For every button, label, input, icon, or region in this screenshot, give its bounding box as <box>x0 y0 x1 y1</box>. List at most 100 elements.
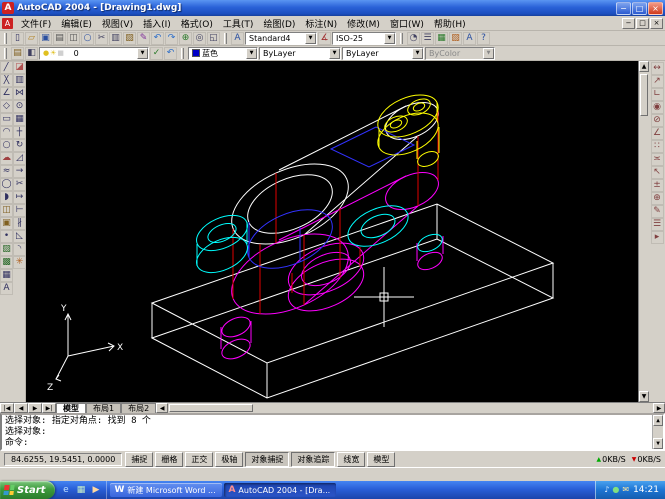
designcenter-icon[interactable]: ▦ <box>435 31 448 45</box>
paste-icon[interactable]: ▨ <box>123 31 136 45</box>
vertical-scrollbar[interactable]: ▲ ▼ <box>638 61 649 402</box>
osnap-toggle[interactable]: 对象捕捉 <box>245 451 290 467</box>
menu-insert[interactable]: 插入(I) <box>138 16 176 31</box>
scroll-down-icon[interactable]: ▼ <box>639 391 649 402</box>
layer-color-icon[interactable]: ■ <box>65 49 72 57</box>
polar-toggle[interactable]: 极轴 <box>215 451 244 467</box>
layer-properties-icon[interactable]: ▤ <box>11 46 24 60</box>
new-icon[interactable]: ▯ <box>11 31 24 45</box>
point-icon[interactable]: • <box>0 230 13 243</box>
construction-line-icon[interactable]: ╳ <box>0 74 13 87</box>
maximize-button[interactable]: □ <box>632 1 647 15</box>
dim-style-icon[interactable]: ▸ <box>650 231 664 244</box>
dim-leader-icon[interactable]: ↖ <box>650 166 664 179</box>
mdi-minimize-button[interactable]: − <box>622 17 635 29</box>
ellipse-icon[interactable]: ◯ <box>0 178 13 191</box>
gradient-icon[interactable]: ▩ <box>0 256 13 269</box>
vertical-scroll-thumb[interactable] <box>640 74 648 116</box>
erase-icon[interactable]: ◪ <box>13 61 26 74</box>
menu-file[interactable]: 文件(F) <box>16 16 56 31</box>
ortho-toggle[interactable]: 正交 <box>185 451 214 467</box>
chevron-down-icon[interactable]: ▼ <box>246 47 257 59</box>
text-icon[interactable]: A <box>463 31 476 45</box>
tab-nav-prev[interactable]: ◀ <box>14 403 28 413</box>
help-icon[interactable]: ? <box>477 31 490 45</box>
tool-palettes-icon[interactable]: ▧ <box>449 31 462 45</box>
fillet-icon[interactable]: ◝ <box>13 243 26 256</box>
move-icon[interactable]: ┼ <box>13 126 26 139</box>
menu-modify[interactable]: 修改(M) <box>342 16 385 31</box>
tab-nav-next[interactable]: ▶ <box>28 403 42 413</box>
hatch-icon[interactable]: ▨ <box>0 243 13 256</box>
zoom-realtime-icon[interactable]: ◎ <box>193 31 206 45</box>
layer-unlock-icon[interactable]: ■ <box>57 49 64 57</box>
ie-icon[interactable]: e <box>59 484 72 497</box>
drawing-icon[interactable]: A <box>2 17 13 29</box>
coordinates-readout[interactable]: 84.6255, 19.5451, 0.0000 <box>4 452 123 466</box>
mirror-icon[interactable]: ⋈ <box>13 87 26 100</box>
dim-diameter-icon[interactable]: ⊘ <box>650 114 664 127</box>
menu-help[interactable]: 帮助(H) <box>429 16 471 31</box>
dim-edit-icon[interactable]: ✎ <box>650 205 664 218</box>
menu-format[interactable]: 格式(O) <box>176 16 218 31</box>
find-icon[interactable]: ○ <box>81 31 94 45</box>
tab-layout2[interactable]: 布局2 <box>121 403 157 413</box>
mdi-restore-button[interactable]: □ <box>636 17 649 29</box>
explode-icon[interactable]: ✳ <box>13 256 26 269</box>
menu-tools[interactable]: 工具(T) <box>218 16 259 31</box>
insert-block-icon[interactable]: ◫ <box>0 204 13 217</box>
otrack-toggle[interactable]: 对象追踪 <box>291 451 336 467</box>
zoom-window-icon[interactable]: ◱ <box>207 31 220 45</box>
dim-style-combo[interactable]: ISO-25 ▼ <box>332 31 396 45</box>
scale-icon[interactable]: ◿ <box>13 152 26 165</box>
chevron-down-icon[interactable]: ▼ <box>137 47 148 59</box>
dim-aligned-icon[interactable]: ↗ <box>650 75 664 88</box>
show-desktop-icon[interactable]: ▦ <box>74 484 87 497</box>
text-style-combo[interactable]: Standard4 ▼ <box>245 31 317 45</box>
scroll-down-icon[interactable]: ▼ <box>653 438 663 449</box>
zoom-previous-icon[interactable]: ◔ <box>407 31 420 45</box>
save-icon[interactable]: ▣ <box>39 31 52 45</box>
polyline-icon[interactable]: ∠ <box>0 87 13 100</box>
toolbar-grip[interactable] <box>4 47 7 59</box>
match-properties-icon[interactable]: ✎ <box>137 31 150 45</box>
chevron-down-icon[interactable]: ▼ <box>384 32 395 44</box>
dim-ordinate-icon[interactable]: ∟ <box>650 88 664 101</box>
command-window[interactable]: 选择对象: 指定对角点: 找到 8 个选择对象: 命令: ▲ ▼ <box>0 413 665 451</box>
dim-angular-icon[interactable]: ∠ <box>650 127 664 140</box>
break-icon[interactable]: ∦ <box>13 217 26 230</box>
extend-icon[interactable]: ↦ <box>13 191 26 204</box>
dim-continue-icon[interactable]: ∷ <box>650 140 664 153</box>
dim-radius-icon[interactable]: ◉ <box>650 101 664 114</box>
lineweight-combo[interactable]: ByLayer ▼ <box>342 46 424 60</box>
menu-window[interactable]: 窗口(W) <box>385 16 429 31</box>
antivirus-icon[interactable]: ● <box>612 486 619 494</box>
media-player-icon[interactable]: ▶ <box>89 484 102 497</box>
start-button[interactable]: Start <box>0 481 56 499</box>
spline-icon[interactable]: ≈ <box>0 165 13 178</box>
tab-layout1[interactable]: 布局1 <box>86 403 122 413</box>
scroll-up-icon[interactable]: ▲ <box>653 415 663 426</box>
ellipse-arc-icon[interactable]: ◗ <box>0 191 13 204</box>
horizontal-scroll-thumb[interactable] <box>169 404 254 412</box>
tab-model[interactable]: 模型 <box>56 403 86 413</box>
scroll-up-icon[interactable]: ▲ <box>639 61 649 72</box>
color-combo[interactable]: 蓝色 ▼ <box>188 46 258 60</box>
scroll-right-icon[interactable]: ▶ <box>653 403 665 413</box>
menu-draw[interactable]: 绘图(D) <box>258 16 300 31</box>
dim-center-mark-icon[interactable]: ⊕ <box>650 192 664 205</box>
menu-dimension[interactable]: 标注(N) <box>300 16 342 31</box>
redo-icon[interactable]: ↷ <box>165 31 178 45</box>
make-layer-current-icon[interactable]: ✓ <box>150 46 163 60</box>
command-scrollbar[interactable]: ▲ ▼ <box>652 415 663 449</box>
print-preview-icon[interactable]: ◫ <box>67 31 80 45</box>
properties-icon[interactable]: ☰ <box>421 31 434 45</box>
dim-linear-icon[interactable]: ↔ <box>650 62 664 75</box>
chevron-down-icon[interactable]: ▼ <box>305 32 316 44</box>
layer-previous-icon[interactable]: ↶ <box>164 46 177 60</box>
menu-view[interactable]: 视图(V) <box>97 16 138 31</box>
minimize-button[interactable]: − <box>616 1 631 15</box>
chevron-down-icon[interactable]: ▼ <box>329 47 340 59</box>
make-block-icon[interactable]: ▣ <box>0 217 13 230</box>
break-at-point-icon[interactable]: ⊢ <box>13 204 26 217</box>
